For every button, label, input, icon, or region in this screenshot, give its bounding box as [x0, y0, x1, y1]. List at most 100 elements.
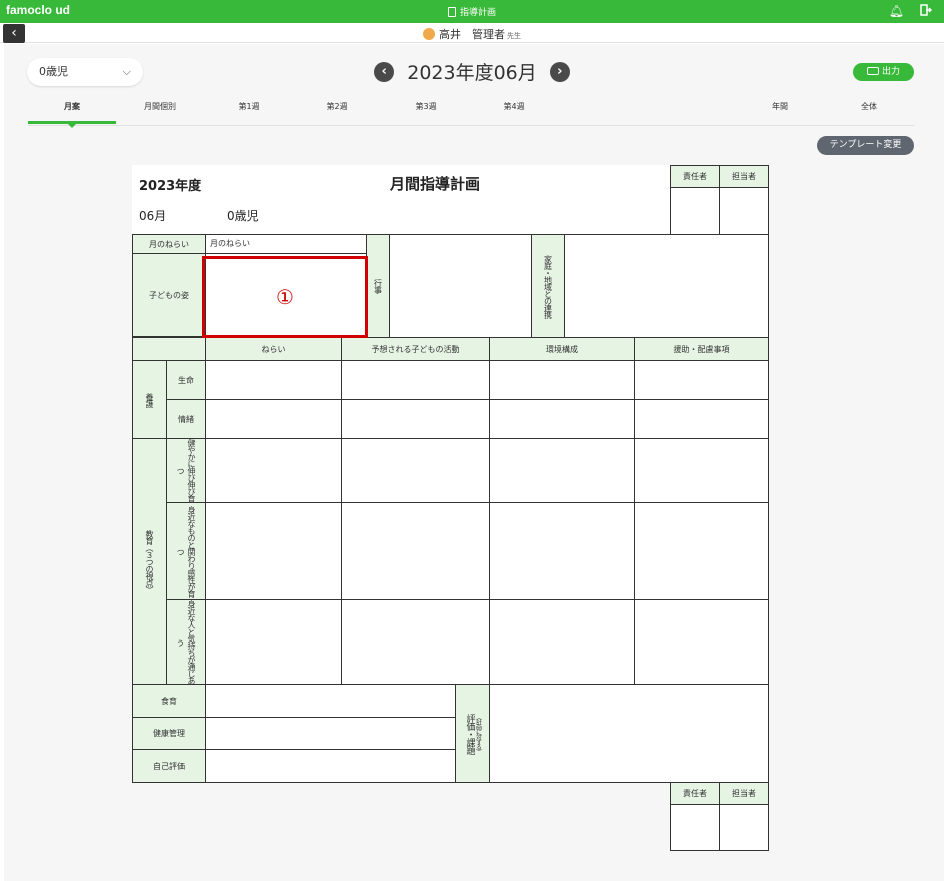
cell-connection-activity[interactable] — [341, 599, 490, 685]
cell-sensitivity-activity[interactable] — [341, 502, 490, 600]
print-label: 出力 — [881, 67, 900, 77]
monthly-aim-label: 月のねらい — [132, 234, 206, 254]
clipboard-icon — [447, 7, 456, 17]
tab-week-4[interactable]: 第4週 — [470, 101, 558, 112]
family-label: 家庭・地域との連携 — [531, 234, 565, 338]
sheet-year: 2023年度 — [139, 179, 202, 194]
sign-header-charge: 担当者 — [719, 165, 769, 188]
user-info: 高井 管理者 先生 — [0, 26, 944, 42]
cell-emotion-environment[interactable] — [489, 399, 635, 439]
health-management-label: 健康管理 — [132, 717, 206, 750]
cell-connection-aim[interactable] — [205, 599, 342, 685]
child-state-label: 子どもの姿 — [132, 253, 206, 337]
events-field[interactable] — [389, 234, 532, 338]
self-evaluation-field[interactable] — [205, 749, 456, 783]
next-month-button[interactable]: › — [549, 61, 570, 82]
nursing-label-text: 養護 — [145, 392, 154, 407]
edu-sensitivity-text: 身近なものと関わり感性が育つ — [176, 505, 196, 597]
col-header-aim: ねらい — [205, 337, 342, 361]
logout-icon[interactable] — [920, 4, 932, 16]
sign-footer-charge: 担当者 — [719, 782, 769, 805]
sign-footer-box-charge[interactable] — [719, 804, 769, 851]
period-navigator: ‹ 2023年度06月 › — [0, 58, 944, 86]
tab-week-2[interactable]: 第2週 — [293, 101, 381, 112]
tab-monthly[interactable]: 月案 — [28, 101, 116, 112]
family-field[interactable] — [564, 234, 769, 338]
bell-icon[interactable]: 🔔︎ — [889, 4, 904, 18]
tab-annual[interactable]: 年間 — [736, 101, 824, 112]
sign-footer-box-responsible[interactable] — [670, 804, 720, 851]
cell-sensitivity-support[interactable] — [634, 502, 769, 600]
cell-emotion-aim[interactable] — [205, 399, 342, 439]
nursing-life-label: 生命 — [166, 360, 206, 400]
sheet-age: 0歳児 — [227, 209, 259, 223]
cell-emotion-activity[interactable] — [341, 399, 490, 439]
self-evaluation-label: 自己評価 — [132, 749, 206, 783]
cell-sensitivity-aim[interactable] — [205, 502, 342, 600]
cell-growth-environment[interactable] — [489, 438, 635, 503]
tab-monthly-individual[interactable]: 月間個別 — [116, 101, 204, 112]
sub-header: ‹ 高井 管理者 先生 — [0, 23, 944, 43]
sign-header-responsible: 責任者 — [670, 165, 720, 188]
nursing-emotion-label: 情緒 — [166, 399, 206, 439]
cell-life-aim[interactable] — [205, 360, 342, 400]
col-header-activity: 予想される子どもの活動 — [341, 337, 490, 361]
tab-overall[interactable]: 全体 — [825, 101, 913, 112]
evaluation-field[interactable] — [489, 684, 769, 783]
nursing-label: 養護 — [132, 360, 167, 439]
col-header-environment: 環境構成 — [489, 337, 635, 361]
tab-week-1[interactable]: 第1週 — [205, 101, 293, 112]
user-honorific: 先生 — [507, 32, 521, 40]
column-header-blank — [132, 337, 206, 361]
avatar — [423, 28, 435, 40]
monthly-aim-field[interactable]: 月のねらい — [205, 234, 367, 254]
annotation-marker: ① — [276, 285, 294, 309]
education-label-text: 教育（３つの視点） — [145, 530, 154, 593]
edu-growth-text: 健やかに伸び伸び育つ — [176, 439, 196, 502]
col-header-support: 援助・配慮事項 — [634, 337, 769, 361]
cell-life-activity[interactable] — [341, 360, 490, 400]
sheet-month: 06月 — [139, 209, 167, 223]
printer-icon — [866, 67, 879, 75]
family-label-text: 家庭・地域との連携 — [543, 254, 553, 318]
cell-sensitivity-environment[interactable] — [489, 502, 635, 600]
health-management-field[interactable] — [205, 717, 456, 750]
sign-box-responsible[interactable] — [670, 187, 720, 235]
change-template-button[interactable]: テンプレート変更 — [817, 136, 914, 155]
period-title: 2023年度06月 — [407, 62, 537, 84]
cell-growth-support[interactable] — [634, 438, 769, 503]
edu-connection-label: 身近な人と気持ちが通じあう — [166, 599, 206, 685]
evaluation-label: 評価・課題 （計画に対する） — [455, 684, 490, 783]
food-education-label: 食育 — [132, 684, 206, 718]
app-title: 指導計画 — [0, 5, 944, 18]
plan-tabs: 月案 月間個別 第1週 第2週 第3週 第4週 年間 全体 — [28, 96, 914, 128]
edu-connection-text: 身近な人と気持ちが通じあう — [176, 600, 196, 684]
cell-growth-aim[interactable] — [205, 438, 342, 503]
active-tab-caret — [67, 123, 77, 128]
cell-life-support[interactable] — [634, 360, 769, 400]
prev-month-button[interactable]: ‹ — [374, 61, 395, 82]
events-label-text: 行事 — [373, 279, 383, 293]
tab-week-3[interactable]: 第3週 — [382, 101, 470, 112]
app-header: famoclo ud 指導計画 🔔︎ — [0, 0, 944, 23]
cell-life-environment[interactable] — [489, 360, 635, 400]
edu-sensitivity-label: 身近なものと関わり感性が育つ — [166, 502, 206, 600]
cell-growth-activity[interactable] — [341, 438, 490, 503]
sign-box-charge[interactable] — [719, 187, 769, 235]
sheet-title: 月間指導計画 — [390, 175, 481, 193]
evaluation-sub-text: （計画に対する） — [474, 713, 482, 754]
cell-connection-environment[interactable] — [489, 599, 635, 685]
annotation-highlight-box: ① — [202, 256, 368, 338]
education-label: 教育（３つの視点） — [132, 438, 167, 685]
print-button[interactable]: 出力 — [853, 63, 914, 81]
cell-emotion-support[interactable] — [634, 399, 769, 439]
cell-connection-support[interactable] — [634, 599, 769, 685]
sign-footer-responsible: 責任者 — [670, 782, 720, 805]
evaluation-label-text: 評価・課題 — [464, 713, 475, 754]
plan-sheet: 2023年度 月間指導計画 06月 0歳児 責任者 担当者 月のねらい 月のねら… — [132, 165, 769, 851]
events-label: 行事 — [366, 234, 390, 338]
food-education-field[interactable] — [205, 684, 456, 718]
app-title-text: 指導計画 — [459, 8, 496, 18]
user-name: 高井 管理者 — [439, 28, 505, 41]
edu-growth-label: 健やかに伸び伸び育つ — [166, 438, 206, 503]
